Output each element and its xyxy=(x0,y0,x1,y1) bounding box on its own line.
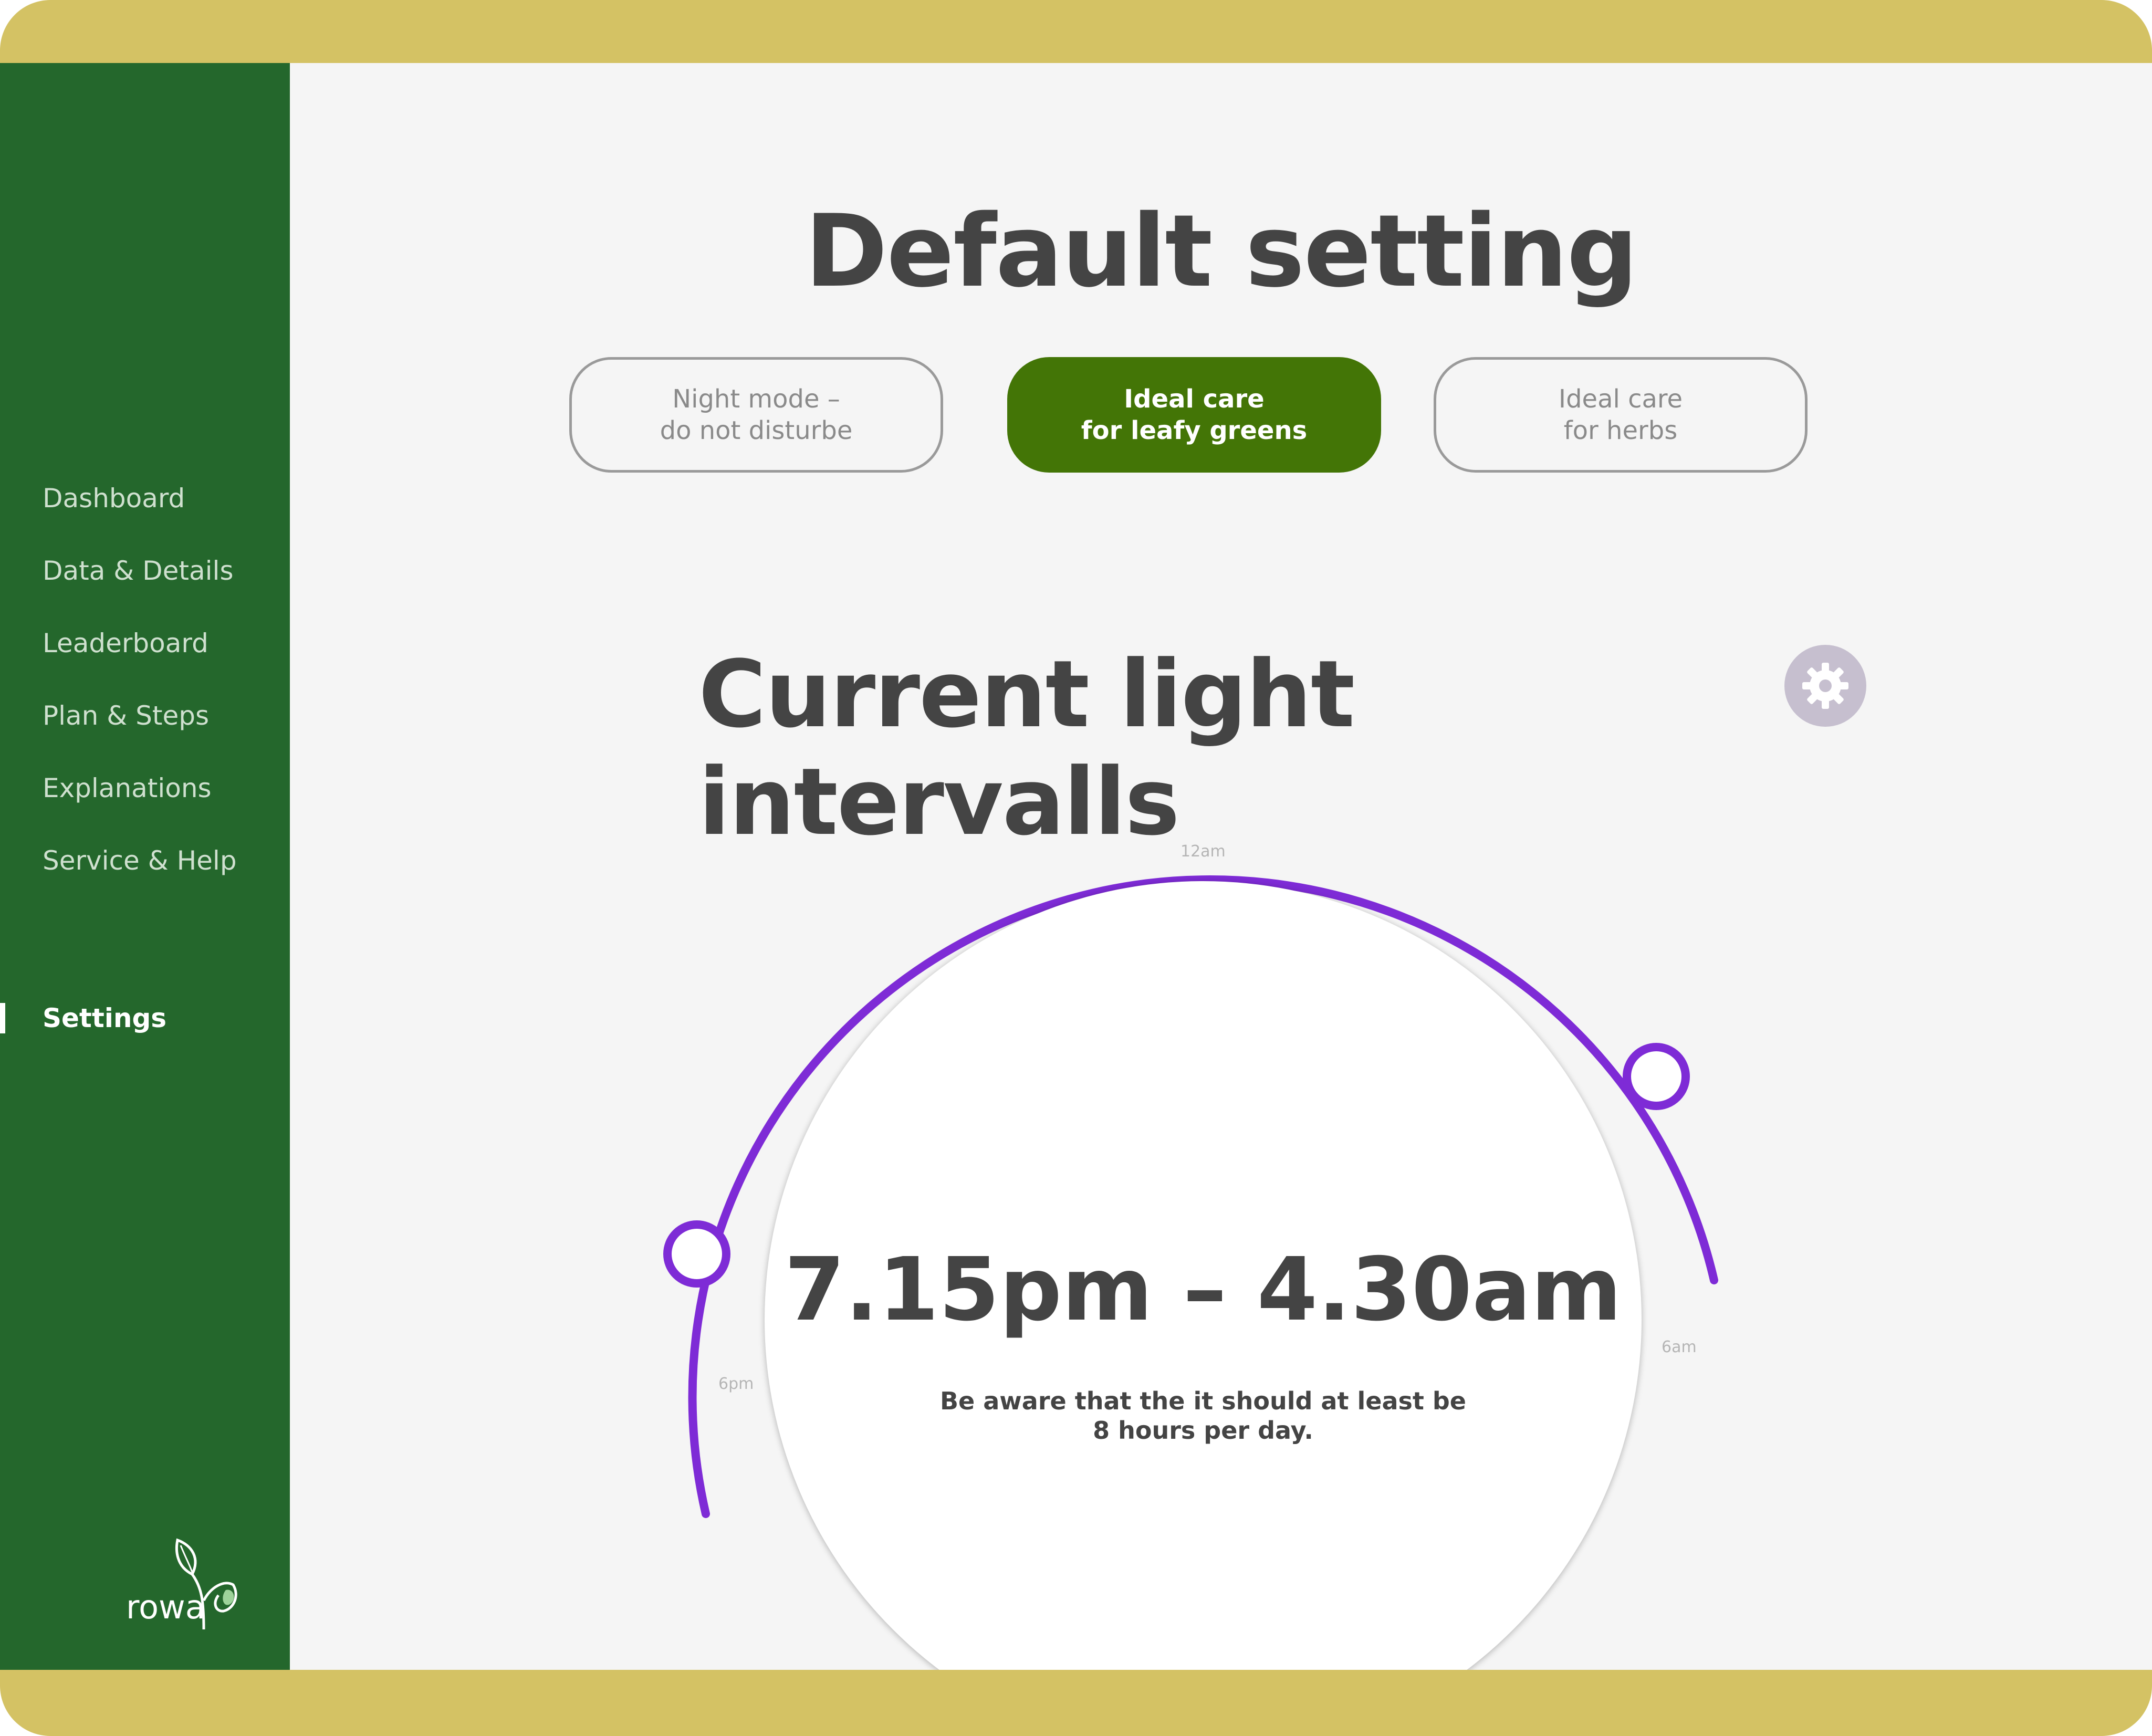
light-interval-range: 7.15pm – 4.30am xyxy=(784,1239,1622,1341)
sidebar-item-data-details[interactable]: Data & Details xyxy=(43,556,234,586)
preset-label-line2: for leafy greens xyxy=(1081,416,1308,445)
sidebar: Dashboard Data & Details Leaderboard Pla… xyxy=(0,63,290,1670)
end-time-handle[interactable] xyxy=(1623,1043,1690,1110)
hour-label-6am: 6am xyxy=(1662,1338,1697,1356)
sidebar-item-settings[interactable]: Settings xyxy=(43,1003,166,1033)
sidebar-item-leaderboard[interactable]: Leaderboard xyxy=(43,628,208,658)
preset-label-line2: for herbs xyxy=(1563,416,1678,445)
sprout-icon xyxy=(175,1538,237,1630)
sidebar-item-plan-steps[interactable]: Plan & Steps xyxy=(43,700,209,731)
sidebar-item-service-help[interactable]: Service & Help xyxy=(43,845,237,876)
gear-icon xyxy=(1802,663,1848,709)
default-setting-title: Default setting xyxy=(805,193,1638,309)
preset-herbs-button[interactable]: Ideal care for herbs xyxy=(1434,357,1808,473)
sidebar-item-dashboard[interactable]: Dashboard xyxy=(43,483,185,514)
sidebar-item-explanations[interactable]: Explanations xyxy=(43,773,212,803)
light-intervals-title: Current light intervalls xyxy=(698,641,1355,856)
device-frame: Dashboard Data & Details Leaderboard Pla… xyxy=(0,0,2152,1736)
hour-label-12am: 12am xyxy=(1181,842,1226,861)
preset-label-line1: Ideal care xyxy=(1558,384,1683,414)
preset-label-line2: do not disturbe xyxy=(660,416,853,445)
preset-label-line1: Night mode – xyxy=(672,384,840,414)
interval-settings-button[interactable] xyxy=(1784,645,1866,727)
preset-night-mode-button[interactable]: Night mode – do not disturbe xyxy=(569,357,943,473)
light-interval-hint: Be aware that the it should at least be … xyxy=(922,1386,1484,1445)
active-indicator xyxy=(0,1003,5,1033)
hint-line-1: Be aware that the it should at least be xyxy=(939,1387,1466,1415)
start-time-handle[interactable] xyxy=(663,1220,730,1288)
preset-leafy-greens-button[interactable]: Ideal care for leafy greens xyxy=(1007,357,1381,473)
hour-label-6pm: 6pm xyxy=(718,1375,754,1393)
app-screen: Dashboard Data & Details Leaderboard Pla… xyxy=(0,63,2152,1670)
preset-label-line1: Ideal care xyxy=(1124,384,1265,414)
brand-logo: rowa xyxy=(124,1538,260,1632)
hint-line-2: 8 hours per day. xyxy=(1093,1416,1313,1445)
